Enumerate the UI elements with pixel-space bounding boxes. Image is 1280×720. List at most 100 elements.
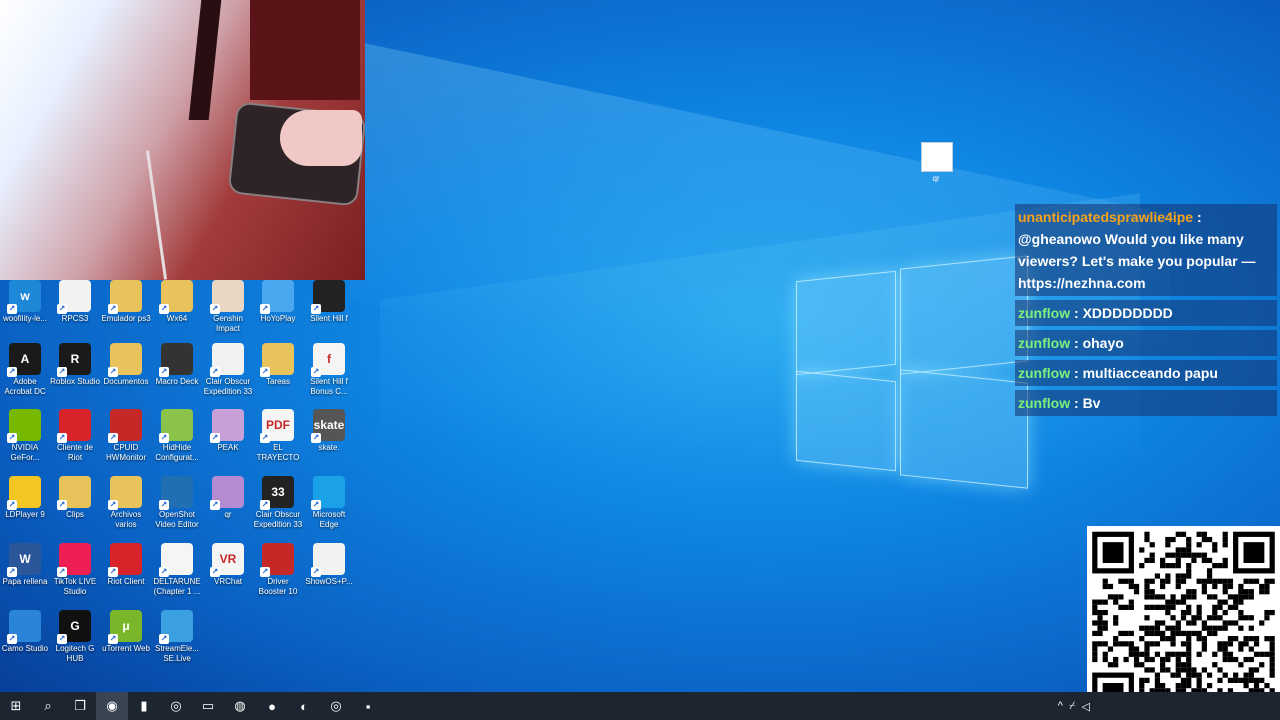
chrome-profile-button[interactable]: ◎ [320, 692, 352, 720]
desktop-icon[interactable]: 33Clair Obscur Expedition 33 [253, 476, 303, 530]
app-icon: skate [311, 409, 345, 443]
desktop-icon[interactable]: NVIDIA GeFor... [0, 409, 50, 463]
search-icon: ⌕ [44, 698, 52, 713]
desktop-icon[interactable]: Cliente de Riot [50, 409, 100, 463]
desktop-icon[interactable]: LDPlayer 9 [0, 476, 50, 520]
desktop-icon[interactable]: Genshin Impact [203, 280, 253, 334]
desktop-icon-label: DELTARUNE (Chapter 1 ... [153, 577, 201, 596]
desktop-icon[interactable]: RRoblox Studio [50, 343, 100, 387]
steam-button[interactable]: ◐ [288, 692, 320, 720]
obs-button[interactable]: ◉ [96, 692, 128, 720]
stream-chat-overlay: unanticipatedsprawlie4ipe : @gheanowo Wou… [1015, 204, 1277, 420]
desktop-icon[interactable]: ShowOS+P... [304, 543, 354, 587]
start-button[interactable]: ⊞ [0, 692, 32, 720]
desktop-icon[interactable]: CPUID HWMonitor [101, 409, 151, 463]
qr-module [1139, 636, 1145, 642]
desktop-icon[interactable]: Microsoft Edge [304, 476, 354, 530]
discord-button[interactable]: ◍ [224, 692, 256, 720]
desktop-icon[interactable]: Driver Booster 10 [253, 543, 303, 597]
qr-module [1191, 620, 1197, 626]
qr-module [1227, 578, 1234, 584]
desktop-icon[interactable]: GLogitech G HUB [50, 610, 100, 664]
desktop-icon[interactable]: wwoofility-le... [0, 280, 50, 324]
desktop-icon[interactable]: skateskate. [304, 409, 354, 453]
desktop-icon[interactable]: Macro Deck [152, 343, 202, 387]
qr-module [1206, 536, 1213, 543]
qr-module [1180, 682, 1187, 689]
qr-module [1139, 547, 1145, 553]
app-icon [210, 476, 244, 510]
qr-module [1123, 641, 1129, 647]
qr-module [1175, 599, 1181, 605]
qr-module [1144, 677, 1150, 683]
desktop-icon-qr-file[interactable]: qr [921, 142, 953, 183]
desktop-icon[interactable]: Archivos varios [101, 476, 151, 530]
osu-button[interactable]: ● [256, 692, 288, 720]
desktop-icon[interactable]: Documentos [101, 343, 151, 387]
desktop-icon[interactable]: PDFEL TRAYECTO DE LURIN E... [253, 409, 303, 463]
qr-module [1191, 589, 1197, 595]
desktop-icon-label: uTorrent Web [102, 644, 150, 653]
chrome-button[interactable]: ◎ [160, 692, 192, 720]
qr-module [1196, 615, 1202, 621]
qr-module [1165, 656, 1171, 663]
desktop-icon[interactable]: Clair Obscur Expedition 33 [203, 343, 253, 397]
qr-module [1165, 625, 1171, 631]
chat-text: XDDDDDDDD [1082, 305, 1173, 321]
qr-module [1097, 625, 1103, 631]
qr-module [1128, 646, 1134, 652]
desktop-icon[interactable]: Riot Client [101, 543, 151, 587]
qr-module [1264, 589, 1270, 595]
qr-code-overlay [1087, 526, 1280, 720]
chat-message: zunflow : multiacceando papu [1015, 360, 1277, 386]
desktop-icon[interactable]: HidHide Configurat... [152, 409, 202, 463]
qr-module [1212, 604, 1218, 610]
tray-chevron-icon[interactable]: ^ [1058, 700, 1063, 712]
qr-module [1227, 583, 1234, 590]
qr-module [1102, 625, 1108, 631]
desktop-icon[interactable]: Wx64 [152, 280, 202, 324]
desktop-icon[interactable]: Tareas [253, 343, 303, 387]
volume-icon[interactable]: ◁ [1082, 700, 1090, 713]
desktop-icon[interactable]: VRVRChat [203, 543, 253, 587]
qr-module [1097, 641, 1103, 647]
desktop-icon[interactable]: StreamEle... SE.Live [152, 610, 202, 664]
desktop-icon[interactable]: HoYoPlay [253, 280, 303, 324]
qr-module [1113, 641, 1119, 647]
microphone-icon[interactable]: ⌿ [1069, 700, 1076, 713]
desktop-icon[interactable]: OpenShot Video Editor [152, 476, 202, 530]
desktop-icon[interactable]: TikTok LIVE Studio [50, 543, 100, 597]
desktop-icon-label: Silent Hill f [310, 314, 348, 323]
desktop-icon[interactable]: μuTorrent Web [101, 610, 151, 654]
app-icon [7, 476, 41, 510]
desktop-icon[interactable]: RPCS3 [50, 280, 100, 324]
search-button[interactable]: ⌕ [32, 692, 64, 720]
app-icon [311, 280, 345, 314]
desktop-icon[interactable]: WPapa rellena [0, 543, 50, 587]
desktop-icon[interactable]: PEAK [203, 409, 253, 453]
qr-module [1233, 672, 1239, 678]
explorer-button[interactable]: ▭ [192, 692, 224, 720]
desktop-icon[interactable]: Silent Hill f [304, 280, 354, 324]
desktop-icon[interactable]: fSilent Hill f Bonus C... [304, 343, 354, 397]
qr-module [1186, 646, 1192, 652]
desktop-icon[interactable]: qr [203, 476, 253, 520]
qr-module [1180, 615, 1187, 621]
app-button[interactable]: ▮ [128, 692, 160, 720]
qr-module [1248, 677, 1254, 683]
desktop-icon[interactable]: Camo Studio [0, 610, 50, 654]
app-icon [57, 280, 91, 314]
desktop-icon[interactable]: Emulador ps3 [101, 280, 151, 324]
desktop-icon[interactable]: AAdobe Acrobat DC [0, 343, 50, 397]
qr-module [1269, 641, 1275, 647]
desktop-icon[interactable]: DELTARUNE (Chapter 1 ... [152, 543, 202, 597]
qr-module [1154, 677, 1161, 683]
qr-module [1206, 672, 1213, 678]
qr-module [1191, 630, 1197, 637]
terminal-button[interactable]: ▪ [352, 692, 384, 720]
desktop-icon[interactable]: Clips [50, 476, 100, 520]
task-view-button[interactable]: ❐ [64, 692, 96, 720]
qr-module [1253, 636, 1260, 642]
desktop-icon-label: Silent Hill f Bonus C... [310, 377, 348, 396]
qr-module [1160, 604, 1166, 610]
